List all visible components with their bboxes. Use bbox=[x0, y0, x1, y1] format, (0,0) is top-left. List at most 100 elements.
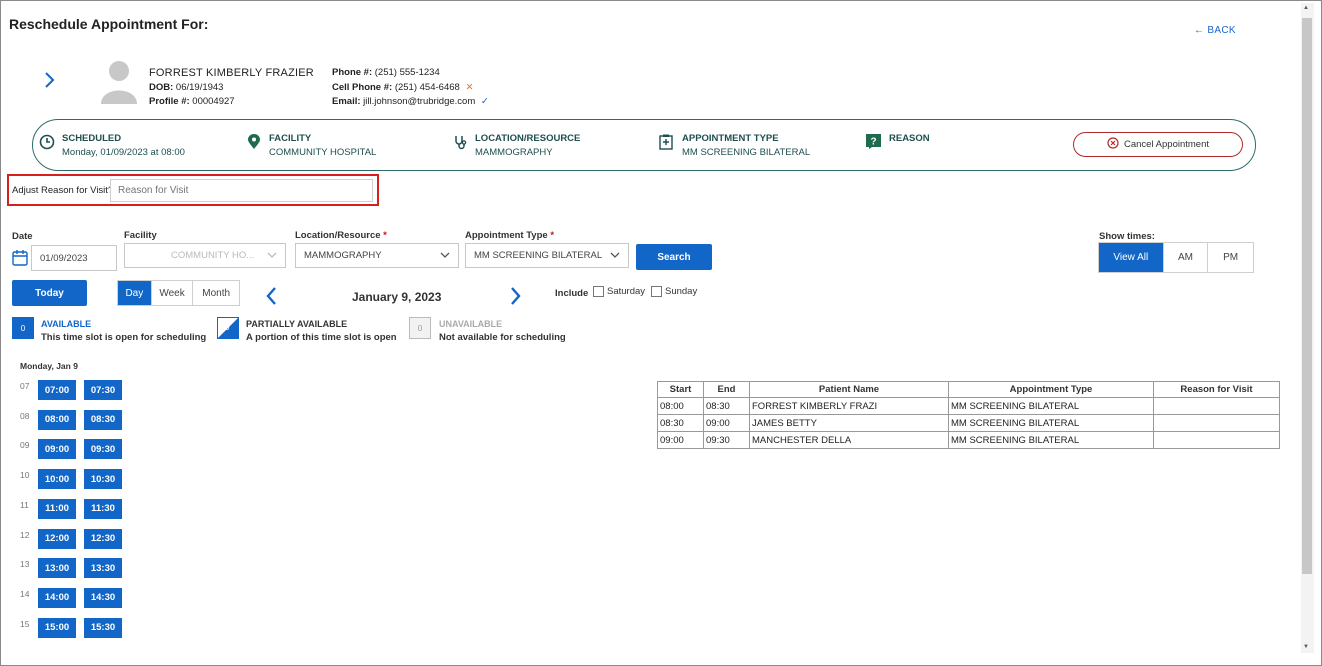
previous-day-icon[interactable] bbox=[265, 286, 277, 309]
time-slot-button[interactable]: 07:00 bbox=[38, 380, 76, 400]
reason-for-visit-label: Adjust Reason for Visit? bbox=[12, 185, 114, 196]
scroll-down-icon[interactable]: ▼ bbox=[1303, 644, 1309, 650]
time-slot-button[interactable]: 12:00 bbox=[38, 528, 76, 549]
hour-label: 15 bbox=[20, 618, 30, 629]
time-slot-button[interactable]: 10:00 bbox=[38, 469, 76, 490]
scrollbar-thumb[interactable] bbox=[1302, 18, 1312, 574]
am-button[interactable]: AM bbox=[1163, 243, 1209, 272]
facility-filter-label: Facility bbox=[124, 230, 157, 241]
date-value: 01/09/2023 bbox=[40, 252, 88, 264]
available-legend-title: AVAILABLE bbox=[41, 319, 92, 329]
scroll-up-icon[interactable]: ▲ bbox=[1303, 5, 1309, 11]
sunday-checkbox[interactable] bbox=[651, 286, 662, 297]
map-pin-icon bbox=[247, 134, 261, 153]
time-slot-button[interactable]: 10:30 bbox=[84, 469, 122, 490]
time-slot-button[interactable]: 13:30 bbox=[84, 558, 122, 579]
expand-chevron-icon[interactable] bbox=[44, 70, 56, 93]
facility-select-value: COMMUNITY HO... bbox=[171, 250, 255, 261]
table-cell: 09:00 bbox=[657, 431, 704, 449]
next-day-icon[interactable] bbox=[510, 286, 522, 309]
table-cell: 08:30 bbox=[657, 414, 704, 432]
unverified-x-icon: ✕ bbox=[465, 82, 474, 93]
month-view-button[interactable]: Month bbox=[193, 281, 239, 305]
saturday-checkbox[interactable] bbox=[593, 286, 604, 297]
reason-for-visit-input[interactable] bbox=[110, 179, 373, 202]
time-slot-button[interactable]: 11:30 bbox=[84, 498, 122, 519]
time-slot-button[interactable]: 14:00 bbox=[38, 587, 76, 608]
show-times-toggle: View All AM PM bbox=[1098, 242, 1254, 273]
table-cell: 09:00 bbox=[703, 414, 750, 432]
cancel-appointment-label: Cancel Appointment bbox=[1123, 139, 1210, 150]
time-slot-button[interactable]: 09:00 bbox=[38, 439, 76, 460]
table-row[interactable]: 08:30 09:00 JAMES BETTY MM SCREENING BILATE… bbox=[657, 414, 1280, 432]
reason-highlight-box: Adjust Reason for Visit? bbox=[7, 174, 379, 206]
time-slot-button[interactable]: 15:00 bbox=[38, 617, 76, 638]
table-cell bbox=[1153, 414, 1280, 432]
patient-email: Email: jill.johnson@trubridge.com ✓ bbox=[332, 96, 489, 107]
time-slot-button[interactable]: 15:30 bbox=[84, 617, 122, 638]
current-date-label: January 9, 2023 bbox=[352, 290, 442, 304]
cancel-circle-x-icon bbox=[1107, 137, 1119, 152]
clock-icon bbox=[39, 134, 55, 153]
verified-check-icon: ✓ bbox=[480, 96, 489, 107]
stethoscope-icon bbox=[453, 134, 469, 153]
table-cell: MM SCREENING BILATERAL bbox=[948, 397, 1154, 415]
reason-label: REASON bbox=[889, 133, 930, 144]
hour-label: 07 bbox=[20, 381, 30, 391]
appointments-table: Start End Patient Name Appointment Type … bbox=[657, 381, 1280, 449]
available-legend-swatch: 0 bbox=[12, 317, 34, 339]
facility-select[interactable]: COMMUNITY HO... bbox=[124, 243, 286, 268]
view-all-button[interactable]: View All bbox=[1099, 243, 1164, 272]
column-header-patient-name: Patient Name bbox=[749, 381, 949, 398]
time-slot-button[interactable]: 07:30 bbox=[84, 380, 122, 400]
time-slot-button[interactable]: 12:30 bbox=[84, 528, 122, 549]
saturday-option[interactable]: Saturday bbox=[593, 286, 645, 297]
chevron-down-icon bbox=[440, 250, 450, 261]
hour-label: 11 bbox=[20, 499, 29, 510]
column-header-appointment-type: Appointment Type bbox=[948, 381, 1154, 398]
calendar-icon[interactable] bbox=[12, 249, 28, 269]
time-slot-button[interactable]: 08:30 bbox=[84, 409, 122, 430]
hour-label: 12 bbox=[20, 529, 30, 540]
saturday-label: Saturday bbox=[607, 286, 646, 297]
patient-dob: DOB: 06/19/1943 bbox=[149, 82, 224, 93]
appointment-type-label: APPOINTMENT TYPE bbox=[682, 133, 779, 144]
time-slot-button[interactable]: 09:30 bbox=[84, 439, 122, 460]
search-button[interactable]: Search bbox=[636, 244, 712, 270]
chevron-down-icon bbox=[267, 250, 277, 261]
unavailable-legend-swatch: 0 bbox=[409, 317, 431, 339]
table-cell: 08:00 bbox=[657, 397, 704, 415]
cancel-appointment-button[interactable]: Cancel Appointment bbox=[1073, 132, 1243, 157]
facility-value: COMMUNITY HOSPITAL bbox=[269, 147, 377, 158]
hour-label: 13 bbox=[20, 559, 30, 570]
unavailable-legend-title: UNAVAILABLE bbox=[439, 319, 503, 329]
table-cell: 08:30 bbox=[703, 397, 750, 415]
time-slot-button[interactable]: 11:00 bbox=[38, 498, 76, 519]
patient-phone: Phone #: (251) 555-1234 bbox=[332, 67, 440, 78]
date-input[interactable]: 01/09/2023 bbox=[31, 245, 117, 271]
time-slot-button[interactable]: 13:00 bbox=[38, 558, 76, 579]
hour-label: 14 bbox=[20, 588, 30, 599]
table-cell: JAMES BETTY bbox=[749, 414, 949, 432]
table-cell: MANCHESTER DELLA bbox=[749, 431, 949, 449]
table-row[interactable]: 08:00 08:30 FORREST KIMBERLY FRAZI MM SCREE… bbox=[657, 397, 1280, 415]
pm-button[interactable]: PM bbox=[1208, 243, 1253, 272]
partial-legend-count: 0 bbox=[225, 323, 230, 332]
location-filter-label: Location/Resource * bbox=[295, 230, 387, 241]
patient-cell: Cell Phone #: (251) 454-6468 ✕ bbox=[332, 82, 474, 93]
back-link[interactable]: ← BACK bbox=[1194, 25, 1236, 36]
time-slot-button[interactable]: 08:00 bbox=[38, 409, 76, 430]
sunday-option[interactable]: Sunday bbox=[651, 286, 697, 297]
appointment-type-select[interactable]: MM SCREENING BILATERAL bbox=[465, 243, 629, 268]
day-view-button[interactable]: Day bbox=[118, 281, 152, 305]
view-toggle: Day Week Month bbox=[117, 280, 240, 306]
table-cell bbox=[1153, 397, 1280, 415]
scheduled-value: Monday, 01/09/2023 at 08:00 bbox=[62, 147, 185, 158]
today-button[interactable]: Today bbox=[12, 280, 87, 306]
location-select[interactable]: MAMMOGRAPHY bbox=[295, 243, 459, 268]
svg-text:?: ? bbox=[870, 137, 876, 148]
time-slot-button[interactable]: 14:30 bbox=[84, 587, 122, 608]
table-row[interactable]: 09:00 09:30 MANCHESTER DELLA MM SCREENING B… bbox=[657, 431, 1280, 449]
week-view-button[interactable]: Week bbox=[151, 281, 194, 305]
reason-question-icon: ? bbox=[866, 134, 881, 152]
